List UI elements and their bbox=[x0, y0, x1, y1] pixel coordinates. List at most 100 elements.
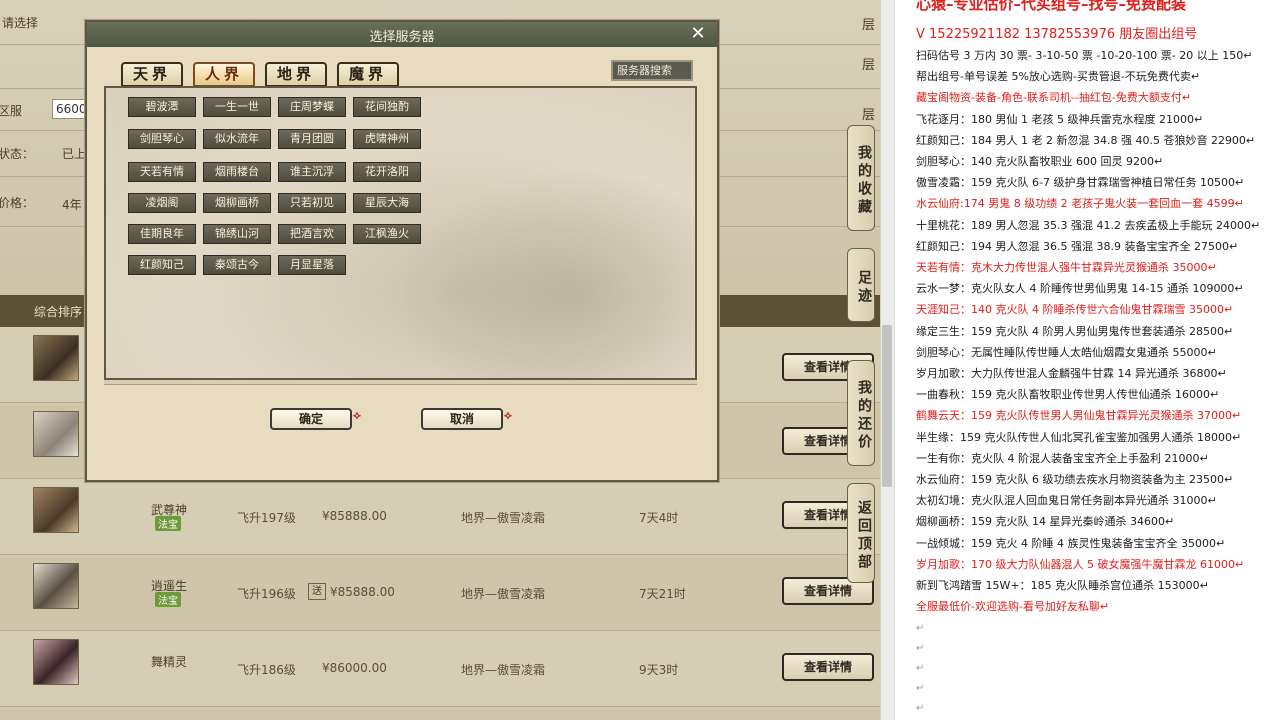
price: ¥86000.00 bbox=[322, 661, 387, 675]
panel-border bbox=[894, 0, 895, 720]
note-line: 红颜知己：184 男人 1 老 2 新忽混 34.8 强 40.5 苍狼妙音 2… bbox=[916, 133, 1256, 147]
right-partial-text: 层 bbox=[862, 58, 876, 73]
tab-heaven-realm[interactable]: 天界 bbox=[121, 62, 183, 87]
server-name: 地界—傲雪凌霜 bbox=[461, 511, 546, 525]
server-option[interactable]: 凌烟阁 bbox=[128, 193, 196, 213]
server-option[interactable]: 秦颂古今 bbox=[203, 255, 271, 275]
server-option[interactable]: 烟柳画桥 bbox=[203, 193, 271, 213]
note-line: 一战倾城：159 克火 4 阶睡 4 族灵性鬼装备宝宝齐全 35000↵ bbox=[916, 536, 1226, 550]
server-option[interactable]: 谁主沉浮 bbox=[278, 162, 346, 182]
button-tassel-icon: ⟡ bbox=[504, 408, 512, 422]
side-tab-history[interactable]: 足迹 bbox=[847, 248, 875, 322]
note-line: 天涯知己：140 克火队 4 阶睡杀传世六合仙鬼甘霖瑞雪 35000↵ bbox=[916, 303, 1234, 317]
note-line: 新到飞鸿踏雪 15W+：185 克火队睡杀宫位通杀 153000↵ bbox=[916, 579, 1209, 592]
server-option[interactable]: 花间独酌 bbox=[353, 97, 421, 117]
paragraph-mark: ↵ bbox=[916, 623, 925, 635]
server-option[interactable]: 星辰大海 bbox=[353, 193, 421, 213]
magic-item-badge: 法宝 bbox=[155, 516, 181, 531]
paragraph-mark: ↵ bbox=[916, 683, 925, 695]
server-option[interactable]: 碧波潭 bbox=[128, 97, 196, 117]
magic-item-badge: 法宝 bbox=[155, 592, 181, 607]
note-line: 云水一梦：克火队女人 4 阶睡传世男仙男鬼 14-15 通杀 109000↵ bbox=[916, 282, 1244, 296]
server-name: 地界—傲雪凌霜 bbox=[461, 663, 546, 677]
side-tab-back-to-top[interactable]: 返回顶部 bbox=[847, 483, 875, 583]
note-line: 傲雪凌霜：159 克火队 6-7 级护身甘霖瑞雪神植日常任务 10500↵ bbox=[916, 176, 1245, 190]
note-line: 扫码估号 3 万内 30 票- 3-10-50 票 -10-20-100 票- … bbox=[916, 49, 1253, 62]
panel-bottom-rail bbox=[104, 380, 697, 385]
right-partial-text: 层 bbox=[862, 108, 876, 123]
server-option[interactable]: 红颜知己 bbox=[128, 255, 196, 275]
price: ¥85888.00 bbox=[322, 509, 387, 523]
server-search-button[interactable]: 服务器搜索 bbox=[611, 60, 693, 81]
tab-demon-realm[interactable]: 魔界 bbox=[337, 62, 399, 87]
avatar[interactable] bbox=[33, 411, 79, 457]
note-line: 半生缘：159 克火队传世人仙北冥孔雀宝鉴加强男人通杀 18000↵ bbox=[916, 430, 1242, 444]
server-option[interactable]: 江枫渔火 bbox=[353, 224, 421, 244]
server-option[interactable]: 把酒言欢 bbox=[278, 224, 346, 244]
tab-earth-realm[interactable]: 地界 bbox=[265, 62, 327, 87]
close-icon[interactable]: ✕ bbox=[687, 23, 709, 45]
avatar[interactable] bbox=[33, 639, 79, 685]
note-line: 烟柳画桥：159 克火队 14 星异光秦岭通杀 34600↵ bbox=[916, 515, 1175, 529]
server-option[interactable]: 花开洛阳 bbox=[353, 162, 421, 182]
server-option[interactable]: 烟雨楼台 bbox=[203, 162, 271, 182]
server-select-dialog: 选择服务器 ✕ 天界 人界 地界 魔界 服务器搜索 碧波潭 一生一世 庄周梦蝶 … bbox=[85, 20, 719, 482]
contact-line: V 15225921182 13782553976 朋友圈出组号 bbox=[916, 27, 1198, 42]
side-tab-bargains[interactable]: 我的还价 bbox=[847, 360, 875, 466]
sort-label[interactable]: 综合排序 bbox=[34, 303, 82, 320]
avatar[interactable] bbox=[33, 335, 79, 381]
paragraph-mark: ↵ bbox=[916, 663, 925, 675]
cancel-button[interactable]: 取消 bbox=[421, 408, 503, 430]
server-option[interactable]: 剑胆琴心 bbox=[128, 129, 196, 149]
listing-row: 武尊神 法宝 飞升197级 ¥85888.00 地界—傲雪凌霜 7天4时 查看详… bbox=[0, 479, 880, 555]
avatar[interactable] bbox=[33, 487, 79, 533]
filter-label-status: 状态： bbox=[0, 147, 35, 161]
time-remaining: 9天3时 bbox=[639, 663, 679, 677]
note-line: 水云仙府:174 男鬼 8 级功绩 2 老孩子鬼火装一套回血一套 4599↵ bbox=[916, 197, 1244, 211]
view-details-button[interactable]: 查看详情 bbox=[782, 653, 874, 681]
dialog-title: 选择服务器 bbox=[369, 30, 435, 45]
listing-row: 舞精灵 飞升186级 ¥86000.00 地界—傲雪凌霜 9天3时 查看详情 bbox=[0, 631, 880, 707]
server-option[interactable]: 只若初见 bbox=[278, 193, 346, 213]
note-line: 藏宝阁物资-装备-角色-联系司机--抽红包-免费大额支付↵ bbox=[916, 91, 1192, 105]
server-option[interactable]: 天若有情 bbox=[128, 162, 196, 182]
server-option[interactable]: 虎啸神州 bbox=[353, 129, 421, 149]
note-line: 十里桃花：189 男人忽混 35.3 强混 41.2 去疾孟极上手能玩 2400… bbox=[916, 218, 1261, 232]
time-remaining: 7天21时 bbox=[639, 587, 686, 601]
note-line: 剑胆琴心：无属性睡队传世睡人太皓仙烟霞女鬼通杀 55000↵ bbox=[916, 345, 1217, 359]
paragraph-mark: ↵ bbox=[916, 703, 925, 715]
server-option[interactable]: 青月团圆 bbox=[278, 129, 346, 149]
server-option[interactable]: 锦绣山河 bbox=[203, 224, 271, 244]
panel-ink-painting bbox=[396, 168, 695, 378]
scrollbar-thumb[interactable] bbox=[882, 325, 892, 487]
note-line: 水云仙府：159 克火队 6 级功绩去疾水月物资装备为主 23500↵ bbox=[916, 473, 1234, 486]
filter-status-value[interactable]: 已上 bbox=[62, 145, 86, 162]
note-line: 一曲春秋：159 克火队畜牧职业传世男人传世仙通杀 16000↵ bbox=[916, 388, 1220, 402]
server-list-panel: 碧波潭 一生一世 庄周梦蝶 花间独酌 剑胆琴心 似水流年 青月团圆 虎啸神州 天… bbox=[104, 86, 697, 380]
filter-label-price: 价格： bbox=[0, 196, 35, 210]
character-level: 飞升196级 bbox=[237, 587, 296, 601]
note-line: 飞花逐月：180 男仙 1 老孩 5 级神兵雷克水程度 21000↵ bbox=[916, 112, 1204, 126]
character-level: 飞升197级 bbox=[237, 511, 296, 525]
confirm-button[interactable]: 确定 bbox=[270, 408, 352, 430]
tab-human-realm[interactable]: 人界 bbox=[193, 62, 255, 87]
time-remaining: 7天4时 bbox=[639, 511, 679, 525]
server-option[interactable]: 庄周梦蝶 bbox=[278, 97, 346, 117]
server-option[interactable]: 一生一世 bbox=[203, 97, 271, 117]
character-class: 舞精灵 bbox=[151, 655, 188, 669]
dialog-titlebar: 选择服务器 ✕ bbox=[87, 22, 717, 47]
avatar[interactable] bbox=[33, 563, 79, 609]
side-tab-favorites[interactable]: 我的收藏 bbox=[847, 125, 875, 231]
server-option[interactable]: 月显星落 bbox=[278, 255, 346, 275]
server-name: 地界—傲雪凌霜 bbox=[461, 587, 546, 601]
server-option[interactable]: 佳期良年 bbox=[128, 224, 196, 244]
filter-label-server: 区服 bbox=[0, 104, 23, 118]
filter-partial-label: 请选择 bbox=[2, 16, 39, 30]
filter-value-input[interactable]: 6600 bbox=[52, 99, 88, 119]
note-line: 红颜知己：194 男人忽混 36.5 强混 38.9 装备宝宝齐全 27500↵ bbox=[916, 239, 1239, 253]
filter-option[interactable]: 4年 bbox=[62, 196, 82, 213]
note-line: 剑胆琴心：140 克火队畜牧职业 600 回灵 9200↵ bbox=[916, 155, 1164, 168]
note-line: 帮出组号-单号误差 5%放心选购-买贵管退-不玩免费代卖↵ bbox=[916, 70, 1201, 84]
server-option[interactable]: 似水流年 bbox=[203, 129, 271, 149]
notes-panel: 心猿–专业估价–代买组号–找号–免费配装 V 15225921182 13782… bbox=[894, 0, 1280, 720]
